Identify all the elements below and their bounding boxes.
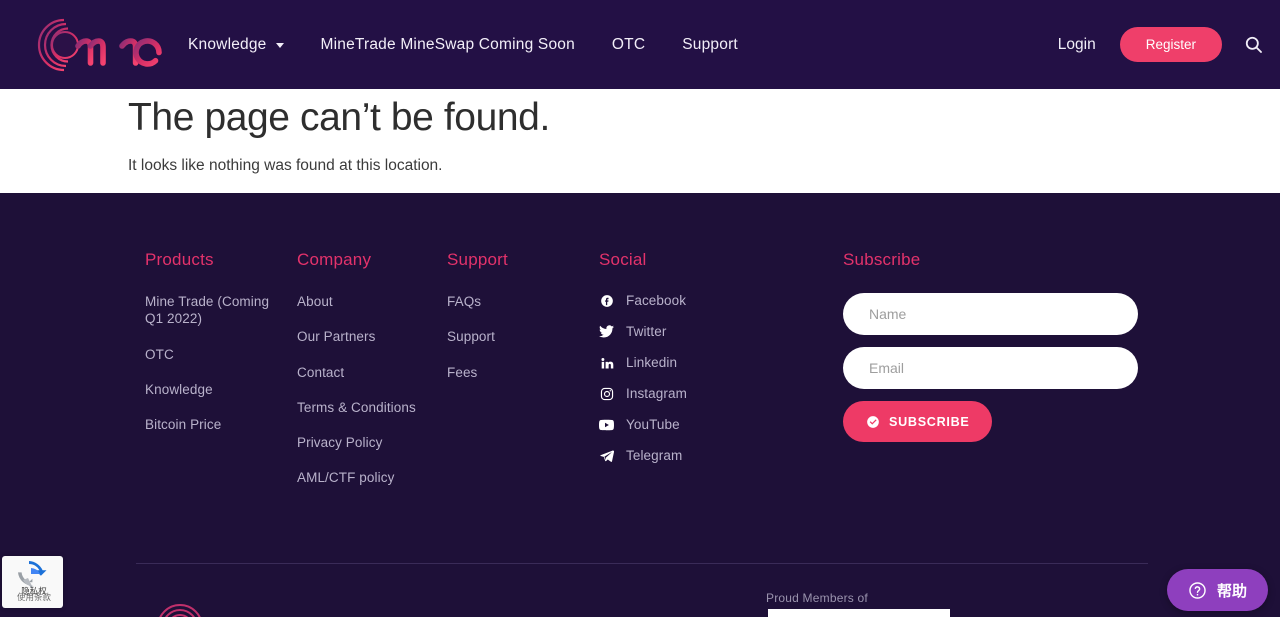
facebook-icon	[599, 293, 614, 308]
nav-item-support[interactable]: Support	[682, 36, 738, 54]
help-widget-button[interactable]: 帮助	[1166, 569, 1268, 611]
subscribe-name-input[interactable]	[843, 293, 1138, 335]
page-title: The page can’t be found.	[128, 96, 550, 139]
subscribe-email-input[interactable]	[843, 347, 1138, 389]
footer-link-about[interactable]: About	[297, 293, 447, 310]
nav-item-knowledge[interactable]: Knowledge	[188, 36, 284, 54]
footer-link-our-partners[interactable]: Our Partners	[297, 328, 447, 345]
footer-link-privacy-policy[interactable]: Privacy Policy	[297, 434, 447, 451]
login-link[interactable]: Login	[1058, 36, 1096, 54]
footer-column-products: Products Mine Trade (Coming Q1 2022) OTC…	[145, 250, 285, 451]
nav-item-label: MineTrade MineSwap Coming Soon	[320, 35, 575, 53]
page-root: Knowledge MineTrade MineSwap Coming Soon…	[0, 0, 1280, 617]
footer-link-contact[interactable]: Contact	[297, 364, 447, 381]
social-link-linkedin[interactable]: Linkedin	[599, 355, 799, 370]
footer-column-heading: Support	[447, 250, 508, 269]
footer-column-heading: Company	[297, 250, 372, 269]
footer-column-subscribe: Subscribe SUBSCRIBE	[843, 250, 1153, 442]
site-logo[interactable]	[18, 8, 178, 80]
nav-item-otc[interactable]: OTC	[612, 36, 645, 54]
social-link-telegram[interactable]: Telegram	[599, 448, 799, 463]
footer-link-mine-trade[interactable]: Mine Trade (Coming Q1 2022)	[145, 293, 275, 328]
header-actions: Login Register	[1058, 0, 1280, 89]
nav-item-label: Knowledge	[188, 35, 267, 53]
social-link-twitter[interactable]: Twitter	[599, 324, 799, 339]
footer-link-aml-ctf-policy[interactable]: AML/CTF policy	[297, 469, 447, 486]
social-link-facebook[interactable]: Facebook	[599, 293, 799, 308]
social-link-label: Twitter	[626, 324, 667, 339]
help-widget-label: 帮助	[1216, 581, 1247, 600]
telegram-icon	[599, 448, 614, 463]
mine-logo-icon	[37, 18, 162, 72]
footer-column-heading: Products	[145, 250, 214, 269]
footer-column-support: Support FAQs Support Fees	[447, 250, 587, 399]
nav-item-label: Support	[682, 35, 738, 53]
social-link-youtube[interactable]: YouTube	[599, 417, 799, 432]
question-circle-icon	[1188, 581, 1207, 600]
instagram-icon	[599, 386, 614, 401]
register-button[interactable]: Register	[1119, 27, 1222, 62]
footer-column-social: Social Facebook Twitter Linkedin Instagr…	[599, 250, 799, 479]
youtube-icon	[599, 417, 614, 432]
footer-link-faqs[interactable]: FAQs	[447, 293, 587, 310]
linkedin-icon	[599, 355, 614, 370]
footer-column-company: Company About Our Partners Contact Terms…	[297, 250, 447, 505]
chevron-down-icon	[275, 43, 284, 48]
nav-item-minetrade-mineswap[interactable]: MineTrade MineSwap Coming Soon	[321, 36, 575, 54]
recaptcha-badge[interactable]: 隐私权 使用条款	[2, 556, 63, 608]
footer-column-heading: Subscribe	[843, 250, 921, 269]
page-subtitle: It looks like nothing was found at this …	[128, 157, 443, 174]
proud-members-logo-box	[768, 609, 950, 617]
subscribe-button-label: SUBSCRIBE	[889, 414, 970, 429]
main-nav: Knowledge MineTrade MineSwap Coming Soon…	[188, 0, 738, 89]
site-header: Knowledge MineTrade MineSwap Coming Soon…	[0, 0, 1280, 89]
subscribe-button[interactable]: SUBSCRIBE	[843, 401, 993, 442]
footer-link-support[interactable]: Support	[447, 328, 587, 345]
main-content: The page can’t be found. It looks like n…	[0, 89, 1280, 193]
nav-item-label: OTC	[611, 35, 646, 53]
footer-column-heading: Social	[599, 250, 647, 269]
site-footer: Products Mine Trade (Coming Q1 2022) OTC…	[0, 193, 1280, 617]
footer-columns: Products Mine Trade (Coming Q1 2022) OTC…	[0, 250, 1280, 550]
social-link-label: Linkedin	[626, 355, 678, 370]
search-icon[interactable]	[1240, 32, 1266, 58]
check-circle-icon	[866, 415, 880, 429]
social-link-label: YouTube	[626, 417, 680, 432]
proud-members-label: Proud Members of	[766, 591, 868, 605]
social-link-instagram[interactable]: Instagram	[599, 386, 799, 401]
social-link-label: Facebook	[626, 293, 687, 308]
recaptcha-terms-label[interactable]: 使用条款	[4, 594, 63, 603]
footer-link-knowledge[interactable]: Knowledge	[145, 381, 285, 398]
footer-link-otc[interactable]: OTC	[145, 346, 285, 363]
footer-link-terms-conditions[interactable]: Terms & Conditions	[297, 399, 447, 416]
footer-link-fees[interactable]: Fees	[447, 364, 587, 381]
social-link-label: Instagram	[626, 386, 687, 401]
mine-logo-icon	[159, 604, 201, 617]
footer-logo-partial[interactable]	[152, 597, 212, 617]
twitter-icon	[599, 324, 614, 339]
footer-link-bitcoin-price[interactable]: Bitcoin Price	[145, 416, 285, 433]
footer-divider	[136, 563, 1148, 564]
social-link-label: Telegram	[626, 448, 683, 463]
